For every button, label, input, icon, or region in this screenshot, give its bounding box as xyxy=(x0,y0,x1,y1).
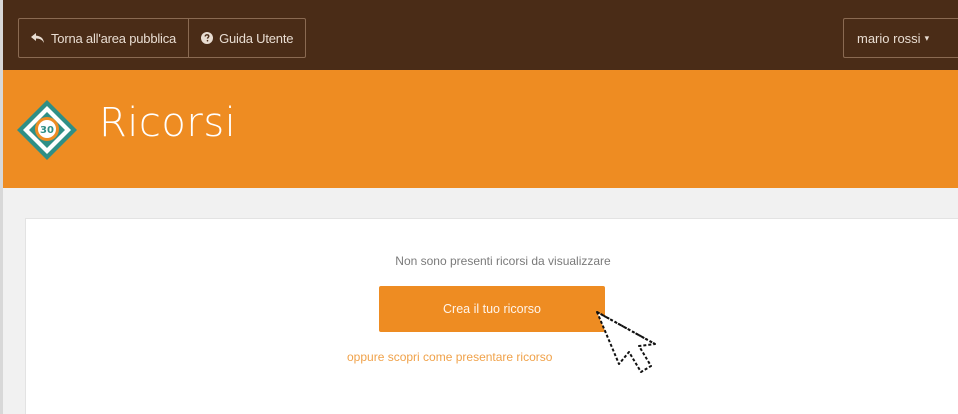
empty-state-message: Non sono presenti ricorsi da visualizzar… xyxy=(395,254,611,268)
question-circle-icon xyxy=(201,32,214,44)
top-nav-group: Torna all'area pubblica Guida Utente xyxy=(18,18,307,58)
user-name: mario rossi xyxy=(857,30,921,46)
back-to-public-button[interactable]: Torna all'area pubblica xyxy=(19,19,188,57)
create-appeal-button[interactable]: Crea il tuo ricorso xyxy=(379,286,605,332)
back-to-public-label: Torna all'area pubblica xyxy=(51,30,177,46)
svg-text:30: 30 xyxy=(40,125,54,136)
app-frame: Torna all'area pubblica Guida Utente mar… xyxy=(0,0,958,414)
page-title: Ricorsi xyxy=(99,100,237,146)
user-guide-button[interactable]: Guida Utente xyxy=(188,19,305,57)
caret-down-icon: ▾ xyxy=(924,32,930,43)
learn-how-link[interactable]: oppure scopri come presentare ricorso xyxy=(347,350,552,364)
diamond-number-logo-icon: 30 xyxy=(15,98,79,162)
user-guide-label: Guida Utente xyxy=(219,30,294,46)
page-header: 30 Ricorsi xyxy=(3,70,958,188)
top-navbar: Torna all'area pubblica Guida Utente mar… xyxy=(3,0,958,70)
reply-arrow-icon xyxy=(31,32,45,44)
user-menu-button[interactable]: mario rossi ▾ xyxy=(843,18,958,58)
